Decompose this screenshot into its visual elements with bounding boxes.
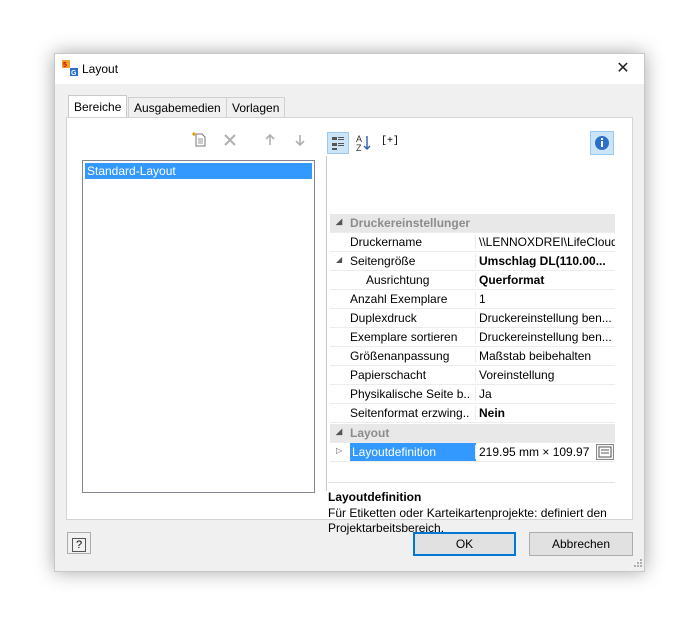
layout-editor-button[interactable]	[596, 444, 614, 460]
layout-list[interactable]: Standard-Layout	[82, 160, 315, 493]
list-item[interactable]: Standard-Layout	[85, 163, 312, 179]
window-title: Layout	[82, 62, 119, 76]
close-icon: ✕	[616, 60, 630, 77]
svg-text:5: 5	[63, 62, 67, 69]
property-name: Anzahl Exemplare	[350, 292, 448, 306]
title-bar: 5 G Layout ✕	[55, 54, 644, 84]
property-row-layoutdefinition[interactable]: ▷ Layoutdefinition 219.95 mm × 109.97 ..…	[330, 443, 615, 462]
tab-label: Bereiche	[74, 100, 122, 114]
property-row-seitengroesse[interactable]: ◢ Seitengröße Umschlag DL(110.00...	[330, 252, 615, 271]
categorized-view-button[interactable]	[327, 132, 349, 154]
property-row-physikalische-seite[interactable]: Physikalische Seite b... Ja	[330, 385, 615, 404]
description-title: Layoutdefinition	[328, 490, 422, 504]
property-row-duplexdruck[interactable]: Duplexdruck Druckereinstellung ben...	[330, 309, 615, 328]
property-value[interactable]: Maßstab beibehalten	[475, 349, 615, 363]
svg-text:G: G	[71, 70, 77, 76]
close-button[interactable]: ✕	[611, 58, 635, 80]
property-value[interactable]: Ja	[475, 387, 615, 401]
help-icon: ?	[71, 538, 87, 552]
svg-text:Z: Z	[356, 143, 362, 153]
collapse-icon[interactable]: ◢	[336, 217, 342, 226]
property-row-papierschacht[interactable]: Papierschacht Voreinstellung	[330, 366, 615, 385]
help-button[interactable]: ?	[67, 532, 91, 554]
tab-label: Vorlagen	[232, 101, 280, 115]
tab-bereiche[interactable]: Bereiche	[68, 95, 128, 118]
tab-vorlagen[interactable]: Vorlagen	[226, 97, 286, 117]
layout-dialog: 5 G Layout ✕ Bereiche Ausgabemedien Vorl…	[54, 53, 645, 572]
property-name: Physikalische Seite b...	[350, 387, 470, 401]
expand-collapse-icon: [+]	[381, 136, 400, 147]
collapse-icon[interactable]: ◢	[336, 427, 342, 436]
expand-icon[interactable]: ▷	[336, 446, 342, 455]
property-value[interactable]: Druckereinstellung ben...	[475, 330, 615, 344]
property-row-seitenformat-erzwingen[interactable]: Seitenformat erzwing... Nein	[330, 404, 615, 423]
property-row-druckername[interactable]: Druckername \\LENNOXDREI\LifeCloud	[330, 233, 615, 252]
property-name: Seitengröße	[350, 254, 416, 268]
cancel-label: Abbrechen	[551, 537, 611, 551]
category-layout[interactable]: ◢ Layout	[330, 424, 615, 443]
category-druckereinstellungen[interactable]: ◢ Druckereinstellungen	[330, 214, 615, 233]
property-name: Duplexdruck	[350, 311, 417, 325]
property-name: Exemplare sortieren	[350, 330, 458, 344]
app-icon: 5 G	[62, 60, 78, 76]
property-value[interactable]: Querformat	[475, 273, 615, 287]
move-down-icon[interactable]	[292, 132, 308, 148]
tab-ausgabemedien[interactable]: Ausgabemedien	[128, 97, 227, 117]
ok-button[interactable]: OK	[413, 532, 516, 556]
category-label: Druckereinstellungen	[350, 216, 470, 230]
description-separator	[328, 482, 615, 483]
categorized-icon	[332, 137, 344, 150]
move-up-icon[interactable]	[262, 132, 278, 148]
sort-alpha-icon: A Z	[356, 134, 371, 153]
tab-panel: Standard-Layout A Z [+] ◢ Druckereinstel…	[66, 117, 633, 535]
property-value[interactable]: Druckereinstellung ben...	[475, 311, 615, 325]
property-name: Größenanpassung	[350, 349, 450, 363]
sort-alphabetical-button[interactable]: A Z	[354, 132, 376, 154]
property-value[interactable]: Umschlag DL(110.00...	[475, 254, 615, 268]
property-value[interactable]: 1	[475, 292, 615, 306]
collapse-icon[interactable]: ◢	[336, 255, 342, 264]
property-value[interactable]: Voreinstellung	[475, 368, 615, 382]
delete-icon[interactable]	[222, 132, 238, 148]
property-row-exemplare-sortieren[interactable]: Exemplare sortieren Druckereinstellung b…	[330, 328, 615, 347]
property-name: Papierschacht	[350, 368, 427, 382]
property-name: Druckername	[350, 235, 423, 249]
property-value[interactable]: \\LENNOXDREI\LifeCloud	[475, 235, 615, 249]
tab-label: Ausgabemedien	[134, 101, 221, 115]
property-value[interactable]: 219.95 mm × 109.97 ...	[475, 445, 593, 459]
cancel-button[interactable]: Abbrechen	[529, 532, 633, 556]
category-label: Layout	[350, 426, 390, 440]
property-row-anzahl-exemplare[interactable]: Anzahl Exemplare 1	[330, 290, 615, 309]
property-row-ausrichtung[interactable]: Ausrichtung Querformat	[330, 271, 615, 290]
info-button[interactable]	[590, 131, 614, 155]
property-name: Seitenformat erzwing...	[350, 406, 470, 420]
property-name: Ausrichtung	[366, 273, 430, 287]
ok-label: OK	[455, 537, 474, 551]
property-value[interactable]: Nein	[475, 406, 615, 420]
expand-all-button[interactable]: [+]	[379, 132, 407, 154]
dialog-editor-icon	[598, 446, 612, 458]
resize-grip-icon[interactable]	[633, 558, 643, 568]
property-row-groessenanpassung[interactable]: Größenanpassung Maßstab beibehalten	[330, 347, 615, 366]
info-icon	[595, 136, 609, 150]
property-name: Layoutdefinition	[350, 443, 476, 461]
panel-separator	[326, 156, 327, 491]
new-icon[interactable]	[192, 132, 208, 148]
